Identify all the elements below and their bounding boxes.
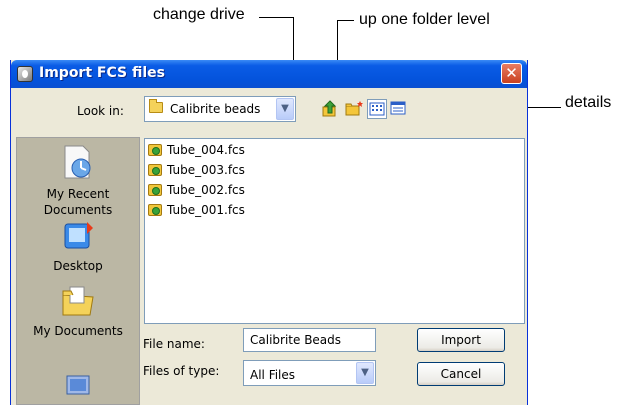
chevron-down-icon: ▼ [281, 103, 289, 114]
new-folder-button[interactable] [344, 99, 364, 119]
fcs-file-icon [148, 163, 162, 176]
view-list-icon [369, 102, 385, 116]
file-name-label: File name: [143, 337, 205, 351]
list-item[interactable]: Tube_003.fcs [148, 162, 245, 180]
list-item[interactable]: Tube_001.fcs [148, 202, 245, 220]
file-name: Tube_002.fcs [167, 182, 245, 197]
close-icon: ✕ [505, 64, 518, 82]
change-drive-leader-h [259, 17, 294, 18]
look-in-dropdown-button[interactable]: ▼ [276, 98, 294, 120]
file-name-input[interactable]: Calibrite Beads [243, 328, 376, 352]
file-type-label: Files of type: [143, 364, 220, 378]
place-label: My Documents [33, 324, 123, 338]
file-type-value: All Files [250, 368, 296, 382]
place-label: Desktop [53, 259, 103, 273]
list-item[interactable]: Tube_004.fcs [148, 142, 245, 160]
file-type-dropdown-button[interactable]: ▼ [356, 362, 374, 384]
dialog-title: Import FCS files [39, 65, 165, 81]
up-one-level-button[interactable] [320, 99, 340, 119]
chevron-down-icon: ▼ [361, 367, 369, 378]
file-name: Tube_001.fcs [167, 202, 245, 217]
my-computer-icon [66, 375, 90, 395]
up-folder-icon [322, 100, 337, 117]
fcs-file-icon [148, 203, 162, 216]
import-fcs-dialog: Import FCS files ✕ Look in: Calibrite be… [10, 60, 528, 405]
import-button[interactable]: Import [417, 328, 505, 352]
recent-documents-icon [64, 145, 91, 179]
window-icon [17, 66, 33, 82]
cancel-button[interactable]: Cancel [417, 362, 505, 386]
file-name: Tube_004.fcs [167, 142, 245, 157]
file-list[interactable]: Tube_004.fcs Tube_003.fcs Tube_002.fcs T… [144, 138, 525, 324]
up-folder-callout: up one folder level [359, 11, 490, 28]
place-recent-documents[interactable]: My Recent Documents [17, 144, 139, 218]
new-folder-icon [345, 101, 363, 116]
places-bar: My Recent Documents Desktop My Documents [16, 137, 140, 405]
details-icon [390, 101, 406, 115]
file-type-dropdown[interactable]: All Files ▼ [243, 360, 376, 386]
place-label: My Recent Documents [43, 187, 113, 217]
view-menu-button[interactable] [367, 99, 387, 119]
place-my-documents[interactable]: My Documents [17, 283, 139, 339]
file-name: Tube_003.fcs [167, 162, 245, 177]
close-button[interactable]: ✕ [501, 63, 522, 84]
change-drive-callout: change drive [153, 6, 245, 23]
up-folder-leader-h [337, 20, 354, 21]
my-documents-icon [62, 286, 94, 316]
place-my-computer-partial[interactable] [17, 370, 139, 404]
fcs-file-icon [148, 143, 162, 156]
details-callout: details [565, 94, 612, 111]
place-desktop[interactable]: Desktop [17, 220, 139, 274]
look-in-dropdown[interactable]: Calibrite beads ▼ [144, 96, 296, 122]
look-in-label: Look in: [77, 104, 124, 118]
fcs-file-icon [148, 183, 162, 196]
look-in-value: Calibrite beads [170, 102, 261, 116]
desktop-icon [64, 222, 93, 249]
details-button[interactable] [389, 99, 409, 119]
title-bar[interactable]: Import FCS files ✕ [11, 60, 527, 88]
folder-icon [149, 99, 163, 113]
list-item[interactable]: Tube_002.fcs [148, 182, 245, 200]
